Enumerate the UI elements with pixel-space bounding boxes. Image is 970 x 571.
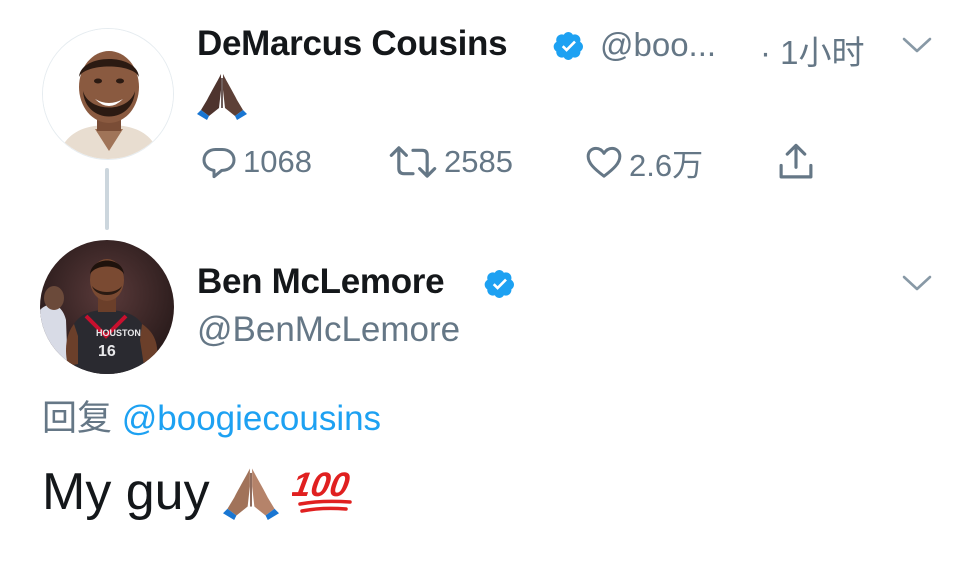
- svg-text:100: 100: [292, 466, 352, 504]
- hundred-points-emoji: 100: [292, 466, 352, 513]
- reply-tweet-body: My guy 100: [42, 462, 356, 522]
- reply-prefix-label: 回复: [42, 399, 113, 438]
- like-icon: [586, 146, 622, 178]
- jersey-text: HOUSTON: [96, 328, 141, 338]
- reply-author-name[interactable]: Ben McLemore: [197, 262, 445, 302]
- reply-tweet-text: My guy: [42, 463, 210, 521]
- mention-link[interactable]: @boogiecousins: [122, 399, 381, 438]
- avatar-demarcus-cousins[interactable]: [42, 28, 174, 160]
- reply-author-handle[interactable]: @BenMcLemore: [197, 310, 460, 350]
- share-button[interactable]: [775, 140, 821, 184]
- retweet-icon: [389, 146, 437, 178]
- avatar-image: HOUSTON 16: [40, 240, 174, 374]
- verified-badge-icon: [553, 32, 583, 60]
- retweet-button[interactable]: 2585: [386, 140, 513, 184]
- jersey-number: 16: [98, 343, 116, 360]
- like-button[interactable]: 2.6万: [583, 140, 703, 184]
- like-count: 2.6万: [629, 147, 704, 183]
- share-icon: [779, 143, 813, 179]
- avatar-image: [43, 29, 173, 159]
- tweet-timestamp[interactable]: · 1小时: [760, 26, 865, 74]
- avatar-ben-mclemore[interactable]: HOUSTON 16: [40, 240, 174, 374]
- retweet-count: 2585: [444, 144, 513, 179]
- folded-hands-dark-emoji: [197, 74, 247, 120]
- replying-to: 回复 @boogiecousins: [42, 390, 381, 441]
- thread-connector-line: [105, 168, 109, 230]
- author-handle[interactable]: @boo...: [600, 26, 716, 64]
- chevron-down-icon[interactable]: [900, 272, 934, 294]
- chevron-down-icon[interactable]: [900, 34, 934, 56]
- verified-badge-icon: [484, 270, 514, 298]
- author-name[interactable]: DeMarcus Cousins: [197, 24, 508, 64]
- reply-count: 1068: [243, 144, 312, 179]
- reply-icon: [202, 148, 236, 179]
- folded-hands-medium-emoji: [222, 468, 279, 520]
- reply-button[interactable]: 1068: [199, 140, 312, 184]
